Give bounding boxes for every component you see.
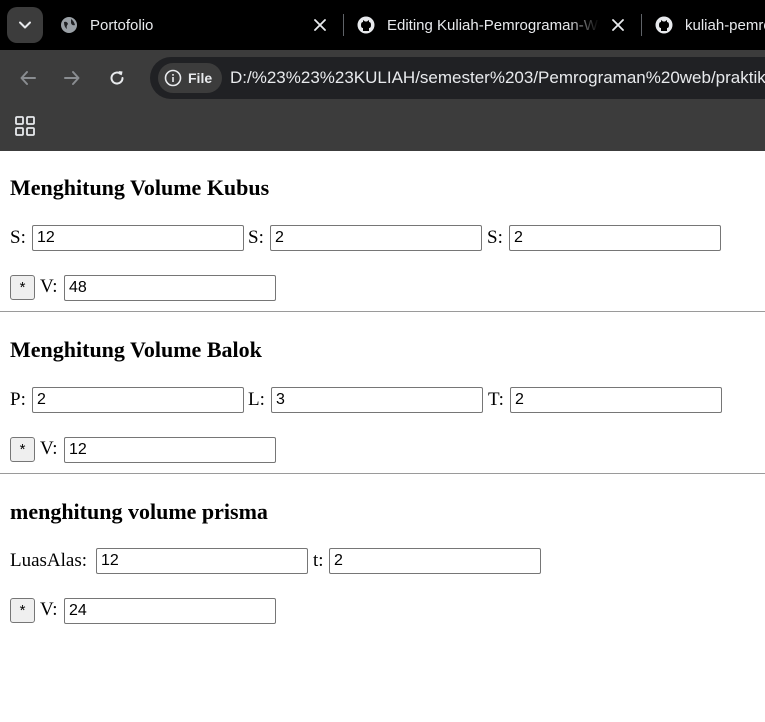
kubus-side2-label: S:	[248, 227, 264, 248]
kubus-volume-label: V:	[40, 276, 58, 297]
browser-toolbar: File D:/%23%23%23KULIAH/semester%203/Pem…	[0, 50, 765, 105]
info-icon	[164, 69, 182, 87]
tab-strip: Portofolio Editing Kuliah-Pemrograman-We…	[0, 0, 765, 50]
reload-icon	[110, 71, 124, 85]
github-icon	[655, 16, 673, 34]
reload-button[interactable]	[104, 65, 130, 91]
balok-heading: Menghitung Volume Balok	[10, 337, 262, 362]
prisma-volume-output[interactable]	[64, 598, 276, 624]
back-button[interactable]	[15, 65, 41, 91]
section-divider	[0, 311, 765, 312]
kubus-side3-label: S:	[487, 227, 503, 248]
tab-title: Portofolio	[90, 16, 154, 34]
arrow-left-icon	[20, 71, 36, 85]
security-chip-label: File	[188, 70, 213, 86]
tab-search-button[interactable]	[7, 7, 43, 43]
prisma-height-input[interactable]	[329, 548, 541, 574]
tab-separator	[641, 14, 642, 36]
address-bar[interactable]: File D:/%23%23%23KULIAH/semester%203/Pem…	[150, 57, 765, 99]
tab-title: kuliah-pemrograman-web	[685, 16, 765, 34]
balok-volume-label: V:	[40, 438, 58, 459]
prisma-multiply-button[interactable]: *	[10, 598, 35, 623]
balok-length-label: P:	[10, 389, 26, 410]
balok-width-label: L:	[248, 389, 265, 410]
apps-icon[interactable]	[14, 115, 36, 137]
url-text: D:/%23%23%23KULIAH/semester%203/Pemrogra…	[230, 68, 765, 87]
section-divider	[0, 473, 765, 474]
kubus-side1-label: S:	[10, 227, 26, 248]
github-icon	[357, 16, 375, 34]
balok-width-input[interactable]	[271, 387, 483, 413]
balok-multiply-button[interactable]: *	[10, 437, 35, 462]
balok-volume-output[interactable]	[64, 437, 276, 463]
kubus-heading: Menghitung Volume Kubus	[10, 175, 270, 200]
prisma-base-area-label: LuasAlas:	[10, 550, 88, 571]
tab-separator	[343, 14, 344, 36]
page-content: Menghitung Volume Kubus S: S: S: * V: Me…	[0, 151, 765, 722]
prisma-volume-label: V:	[40, 599, 58, 620]
globe-icon	[60, 16, 78, 34]
tab-editing-kuliah[interactable]: Editing Kuliah-Pemrograman-Web	[357, 8, 629, 42]
kubus-side3-input[interactable]	[509, 225, 721, 251]
kubus-volume-output[interactable]	[64, 275, 276, 301]
forward-button[interactable]	[59, 65, 85, 91]
prisma-height-label: t:	[313, 550, 324, 571]
kubus-side2-input[interactable]	[270, 225, 482, 251]
close-icon[interactable]	[311, 16, 329, 34]
tab-kuliah-pemrograman[interactable]: kuliah-pemrograman-web	[655, 8, 765, 42]
prisma-base-area-input[interactable]	[96, 548, 308, 574]
balok-length-input[interactable]	[32, 387, 244, 413]
prisma-heading: menghitung volume prisma	[10, 499, 268, 524]
bookmarks-bar	[0, 105, 765, 151]
kubus-multiply-button[interactable]: *	[10, 275, 35, 300]
arrow-right-icon	[64, 71, 80, 85]
balok-height-input[interactable]	[510, 387, 722, 413]
site-info-chip[interactable]: File	[158, 63, 223, 93]
chevron-down-icon	[19, 21, 31, 29]
balok-height-label: T:	[488, 389, 504, 410]
tab-title: Editing Kuliah-Pemrograman-Web	[387, 16, 599, 34]
kubus-side1-input[interactable]	[32, 225, 244, 251]
close-icon[interactable]	[609, 16, 627, 34]
tab-portofolio[interactable]: Portofolio	[60, 8, 330, 42]
